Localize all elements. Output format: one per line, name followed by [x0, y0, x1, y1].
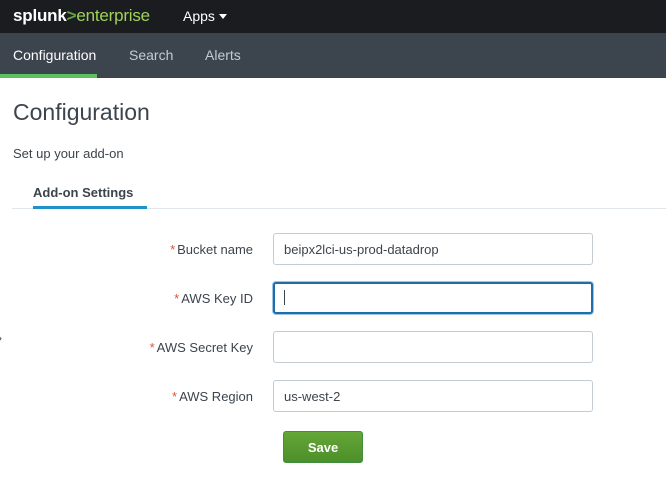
- aws-key-id-row: * AWS Key ID: [0, 282, 666, 316]
- tab-active-indicator: [33, 206, 147, 209]
- nav-item-alerts[interactable]: Alerts: [205, 33, 241, 78]
- app-nav-bar: Configuration Search Alerts: [0, 33, 666, 78]
- nav-item-label: Search: [129, 47, 174, 63]
- text-cursor: [284, 290, 285, 305]
- nav-item-label: Alerts: [205, 47, 241, 63]
- bucket-name-input[interactable]: [273, 233, 593, 265]
- required-marker: *: [174, 291, 180, 306]
- apps-menu[interactable]: Apps: [183, 8, 227, 24]
- required-marker: *: [170, 242, 176, 257]
- required-marker: *: [149, 340, 155, 355]
- page-subtitle: Set up your add-on: [13, 146, 124, 161]
- nav-item-label: Configuration: [13, 47, 97, 63]
- label-text: Bucket name: [177, 242, 253, 257]
- label-text: AWS Region: [179, 389, 253, 404]
- apps-menu-label: Apps: [183, 8, 215, 24]
- aws-key-id-input[interactable]: [273, 282, 593, 314]
- label-text: AWS Secret Key: [156, 340, 253, 355]
- aws-key-id-label: * AWS Key ID: [174, 291, 253, 306]
- aws-region-row: * AWS Region: [0, 380, 666, 414]
- tab-add-on-settings[interactable]: Add-on Settings: [33, 185, 133, 200]
- aws-secret-key-row: * AWS Secret Key: [0, 331, 666, 365]
- save-button[interactable]: Save: [283, 431, 363, 463]
- bucket-name-label: * Bucket name: [170, 242, 253, 257]
- nav-item-search[interactable]: Search: [129, 33, 173, 78]
- caret-down-icon: [218, 14, 227, 19]
- aws-region-input[interactable]: [273, 380, 593, 412]
- required-marker: *: [172, 389, 178, 404]
- nav-item-configuration[interactable]: Configuration: [13, 33, 96, 78]
- nav-active-indicator: [0, 74, 97, 78]
- settings-tabs: Add-on Settings: [12, 176, 666, 209]
- label-text: AWS Key ID: [181, 291, 253, 306]
- aws-secret-key-input[interactable]: [273, 331, 593, 363]
- logo-chevron-text: >: [66, 6, 77, 25]
- aws-secret-key-label: * AWS Secret Key: [150, 340, 253, 355]
- bucket-name-row: * Bucket name: [0, 233, 666, 267]
- page-title: Configuration: [13, 99, 150, 125]
- logo-splunk-text: splunk: [13, 6, 67, 25]
- splunk-logo[interactable]: splunk>enterprise: [13, 6, 150, 26]
- aws-region-label: * AWS Region: [172, 389, 253, 404]
- top-bar: splunk>enterprise Apps: [0, 0, 666, 33]
- logo-enterprise-text: enterprise: [76, 6, 150, 25]
